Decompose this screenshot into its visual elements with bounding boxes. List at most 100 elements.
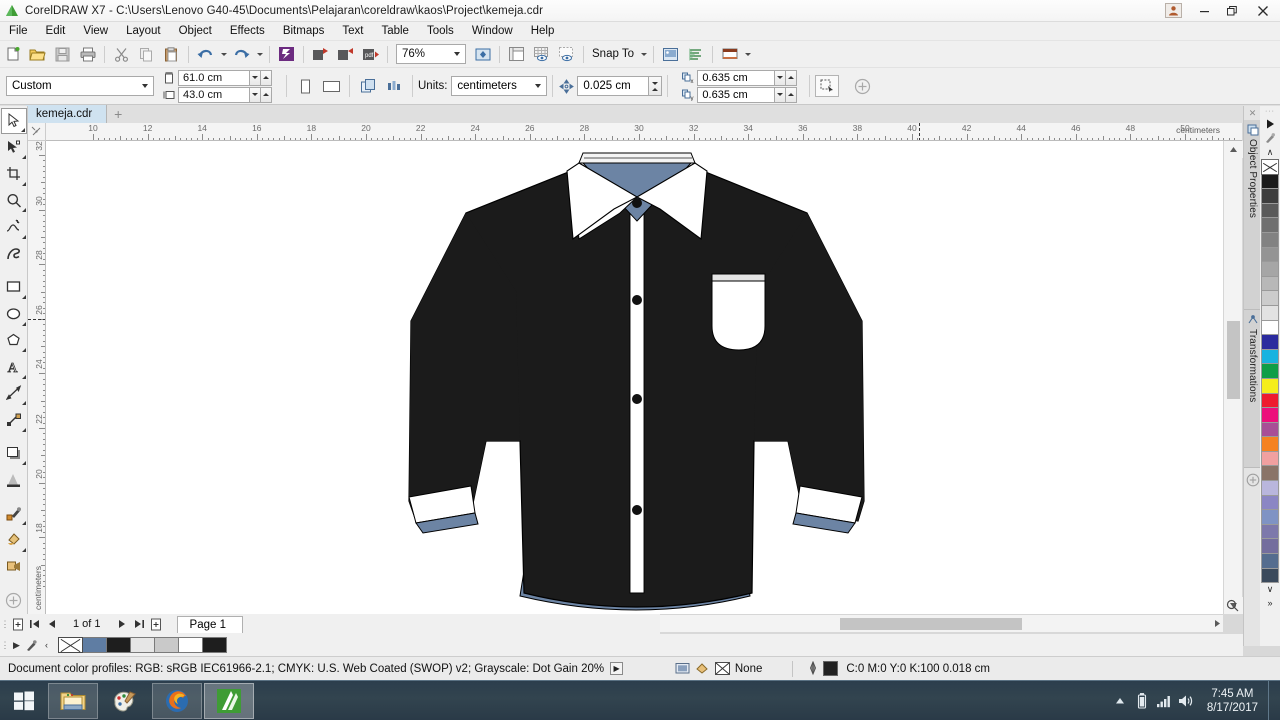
palette-swatch[interactable]	[1261, 348, 1279, 365]
page-size-preset-combo[interactable]: Custom	[6, 76, 154, 96]
orientation-landscape-button[interactable]	[318, 74, 344, 98]
palette-swatch[interactable]	[1261, 538, 1279, 555]
fill-color-icon[interactable]	[693, 659, 713, 679]
redo-dropdown-arrow[interactable]	[254, 43, 265, 66]
ruler-origin-button[interactable]	[28, 123, 46, 141]
color-swatch-black-2[interactable]	[202, 637, 227, 653]
all-pages-button[interactable]	[355, 74, 381, 98]
redo-icon[interactable]	[229, 43, 254, 66]
windows-start-button[interactable]	[0, 681, 47, 720]
dress-shirt-illustration[interactable]	[46, 141, 1223, 614]
snap-to-dropdown-arrow[interactable]	[638, 43, 649, 66]
workspace-icon[interactable]	[683, 43, 708, 66]
open-document-icon[interactable]	[25, 43, 50, 66]
maximize-restore-button[interactable]	[1218, 0, 1246, 22]
duplicate-y-field[interactable]: 0.635 cm	[697, 86, 776, 103]
menu-help[interactable]: Help	[522, 22, 564, 41]
page-width-spinner[interactable]	[250, 69, 261, 86]
copy-icon[interactable]	[134, 43, 159, 66]
palette-swatch[interactable]	[1261, 553, 1279, 569]
orientation-portrait-button[interactable]	[292, 74, 318, 98]
palette-eyedropper-icon[interactable]	[1260, 131, 1280, 145]
palette-swatch[interactable]	[1261, 392, 1279, 409]
export-icon[interactable]	[333, 43, 358, 66]
palette-swatch[interactable]	[1261, 407, 1279, 423]
scroll-right-arrow[interactable]	[1211, 615, 1223, 632]
nudge-offset-spinner[interactable]	[649, 76, 663, 96]
crop-tool[interactable]	[1, 161, 27, 187]
palette-swatch[interactable]	[1261, 275, 1279, 292]
text-tool[interactable]: A	[1, 354, 27, 380]
color-eyedropper-tool[interactable]	[1, 501, 27, 527]
page-width-spinner-up[interactable]	[261, 69, 272, 86]
palette-drag-handle[interactable]: ···	[1260, 106, 1280, 117]
color-swatch-blue[interactable]	[82, 637, 107, 653]
palette-swatch[interactable]	[1261, 377, 1279, 394]
add-page-after-button[interactable]	[148, 615, 165, 633]
color-swatch-white[interactable]	[178, 637, 203, 653]
menu-view[interactable]: View	[74, 22, 117, 41]
transparency-tool[interactable]	[1, 467, 27, 493]
show-grid-icon[interactable]	[529, 43, 554, 66]
smart-fill-tool[interactable]	[1, 554, 27, 580]
fullscreen-preview-icon[interactable]	[470, 43, 495, 66]
menu-window[interactable]: Window	[463, 22, 522, 41]
duplicate-x-field[interactable]: 0.635 cm	[697, 69, 776, 86]
pick-tool[interactable]	[0, 108, 27, 134]
palette-none-swatch[interactable]	[1261, 159, 1279, 175]
units-dropdown-arrow[interactable]	[529, 77, 546, 95]
coreldraw-taskbar-icon[interactable]	[204, 682, 254, 719]
page-tab-page1[interactable]: Page 1	[176, 615, 243, 633]
freehand-tool[interactable]	[1, 214, 27, 240]
scroll-up-arrow[interactable]	[1224, 141, 1243, 158]
next-page-button[interactable]	[114, 615, 131, 633]
palette-swatch[interactable]	[1261, 231, 1279, 248]
user-account-icon[interactable]	[1165, 3, 1182, 18]
new-document-tab-button[interactable]: +	[107, 105, 129, 123]
palette-swatch[interactable]	[1261, 334, 1279, 350]
palette-swatch[interactable]	[1261, 494, 1279, 511]
duplicate-x-spinner-up[interactable]	[786, 69, 798, 86]
menu-bitmaps[interactable]: Bitmaps	[274, 22, 334, 41]
zoom-tool[interactable]	[1, 188, 27, 214]
zoom-to-fit-button[interactable]	[1223, 596, 1242, 614]
zoom-dropdown-arrow[interactable]	[448, 45, 465, 63]
page-width-field[interactable]: 61.0 cm	[178, 69, 250, 86]
artistic-media-tool[interactable]	[1, 241, 27, 267]
options-icon[interactable]	[658, 43, 683, 66]
new-document-icon[interactable]	[0, 43, 25, 66]
parallel-dimension-tool[interactable]	[1, 381, 27, 407]
publish-pdf-icon[interactable]: pdf	[358, 43, 383, 66]
screen-preview-icon[interactable]	[673, 659, 693, 679]
palette-swatch[interactable]	[1261, 523, 1279, 540]
palette-swatch[interactable]	[1261, 290, 1279, 306]
palette-expand-button[interactable]: »	[1260, 596, 1280, 610]
shape-tool[interactable]	[1, 135, 27, 161]
add-page-before-button[interactable]	[9, 615, 26, 633]
color-strip-eyedropper-icon[interactable]	[24, 635, 39, 655]
drop-shadow-tool[interactable]	[1, 441, 27, 467]
zoom-level-combo[interactable]: 76%	[396, 44, 466, 64]
vertical-scrollbar-thumb[interactable]	[1227, 321, 1240, 399]
palette-swatch[interactable]	[1261, 509, 1279, 525]
ellipse-tool[interactable]	[1, 301, 27, 327]
first-page-button[interactable]	[26, 615, 43, 633]
taskbar-clock[interactable]: 7:45 AM 8/17/2017	[1197, 681, 1268, 720]
vertical-ruler[interactable]: 32 30 28 26 24 22 20 18 centimeters	[28, 141, 46, 614]
nudge-offset-field[interactable]: 0.025 cm	[577, 76, 650, 96]
palette-scroll-down-button[interactable]: ∨	[1260, 582, 1280, 596]
palette-swatch[interactable]	[1261, 188, 1279, 204]
cut-icon[interactable]	[109, 43, 134, 66]
horizontal-scrollbar-thumb[interactable]	[840, 618, 1022, 630]
units-combo[interactable]: centimeters	[451, 76, 548, 96]
page-height-field[interactable]: 43.0 cm	[178, 86, 250, 103]
palette-pick-arrow[interactable]	[1260, 117, 1280, 131]
duplicate-x-spinner-down[interactable]	[775, 69, 787, 86]
drawing-canvas[interactable]	[46, 141, 1223, 614]
show-desktop-button[interactable]	[1268, 680, 1276, 720]
save-document-icon[interactable]	[50, 43, 75, 66]
show-rulers-icon[interactable]	[504, 43, 529, 66]
outline-color-chip[interactable]	[823, 661, 839, 676]
current-page-only-button[interactable]	[381, 74, 407, 98]
docker-tab-object-properties[interactable]: Object Properties	[1244, 120, 1261, 310]
